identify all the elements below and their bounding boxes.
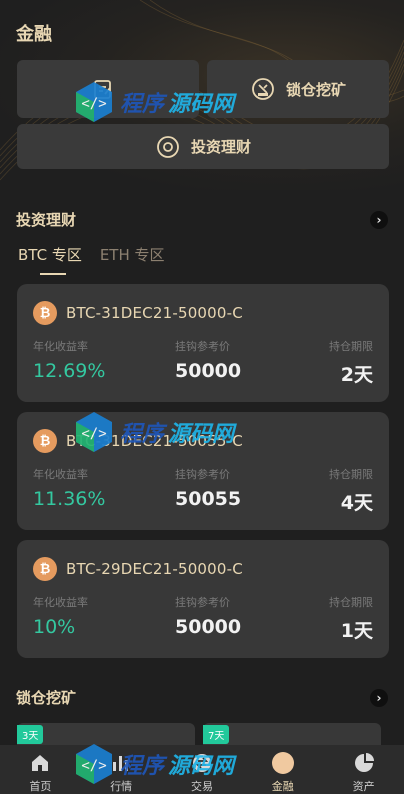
rate-value: 11.36% [33, 488, 106, 510]
nav-item-finance[interactable]: 金融 [242, 745, 323, 794]
contract-icon [90, 76, 116, 102]
exchange-icon [190, 751, 214, 775]
mining-icon [250, 76, 276, 102]
nav-item-market[interactable]: 行情 [81, 745, 162, 794]
page-title: 金融 [16, 24, 52, 45]
nav-label-assets: 资产 [352, 780, 375, 793]
product-card[interactable]: ₿ BTC-31DEC21-50055-C 年化收益率 挂钩参考价 持仓期限 1… [17, 412, 389, 530]
period-label: 持仓期限 [329, 596, 373, 609]
tab-eth[interactable]: ETH 专区 [100, 244, 165, 275]
rate-label: 年化收益率 [33, 596, 88, 609]
bitcoin-icon: ₿ [33, 429, 57, 453]
rate-value: 12.69% [33, 360, 106, 382]
target-icon [155, 134, 181, 160]
price-label: 挂钩参考价 [175, 596, 230, 609]
tab-btc[interactable]: BTC 专区 [18, 244, 82, 275]
bottom-nav: 首页 行情 交易 金融 资产 [0, 745, 404, 794]
invest-section-header: 投资理财 › [16, 209, 388, 230]
quick-tile-invest-label: 投资理财 [190, 138, 251, 156]
quick-tile-mining-label: 锁仓挖矿 [285, 80, 346, 99]
invest-more-button[interactable]: › [370, 210, 388, 229]
mining-section-header: 锁仓挖矿 › [16, 687, 388, 708]
duration-badge: 3天 [17, 725, 44, 744]
duration-badge: 7天 [203, 725, 230, 744]
nav-label-trade: 交易 [190, 780, 213, 793]
product-name: BTC-31DEC21-50000-C [66, 304, 243, 322]
quick-tile-contract[interactable] [17, 60, 199, 118]
home-icon [28, 751, 52, 775]
nav-item-home[interactable]: 首页 [0, 745, 81, 794]
period-label: 持仓期限 [329, 468, 373, 481]
chart-icon [109, 751, 133, 775]
product-name: BTC-29DEC21-50000-C [66, 560, 243, 578]
bitcoin-icon: ₿ [33, 301, 57, 325]
pie-icon [352, 751, 376, 775]
price-value: 50000 [175, 616, 242, 638]
period-label: 持仓期限 [329, 340, 373, 353]
nav-label-finance: 金融 [271, 780, 294, 793]
nav-label-home: 首页 [29, 780, 52, 793]
product-card[interactable]: ₿ BTC-31DEC21-50000-C 年化收益率 挂钩参考价 持仓期限 1… [17, 284, 389, 402]
nav-item-assets[interactable]: 资产 [323, 745, 404, 794]
zone-tabs: BTC 专区 ETH 专区 [18, 244, 165, 275]
mining-section-title: 锁仓挖矿 [16, 689, 77, 707]
bitcoin-icon: ₿ [33, 557, 57, 581]
product-name: BTC-31DEC21-50055-C [66, 432, 243, 450]
period-value: 4天 [340, 492, 373, 514]
product-card[interactable]: ₿ BTC-29DEC21-50000-C 年化收益率 挂钩参考价 持仓期限 1… [17, 540, 389, 658]
quick-tile-mining[interactable]: 锁仓挖矿 [207, 60, 389, 118]
price-value: 50055 [175, 488, 242, 510]
finance-icon [271, 751, 295, 775]
rate-value: 10% [33, 616, 76, 638]
rate-label: 年化收益率 [33, 340, 88, 353]
price-label: 挂钩参考价 [175, 468, 230, 481]
nav-label-market: 行情 [110, 780, 133, 793]
nav-item-trade[interactable]: 交易 [162, 745, 243, 794]
mining-more-button[interactable]: › [370, 688, 388, 707]
period-value: 2天 [340, 364, 373, 386]
quick-tile-invest[interactable]: 投资理财 [17, 124, 389, 169]
invest-section-title: 投资理财 [16, 211, 77, 229]
price-value: 50000 [175, 360, 242, 382]
period-value: 1天 [340, 620, 373, 642]
price-label: 挂钩参考价 [175, 340, 230, 353]
rate-label: 年化收益率 [33, 468, 88, 481]
